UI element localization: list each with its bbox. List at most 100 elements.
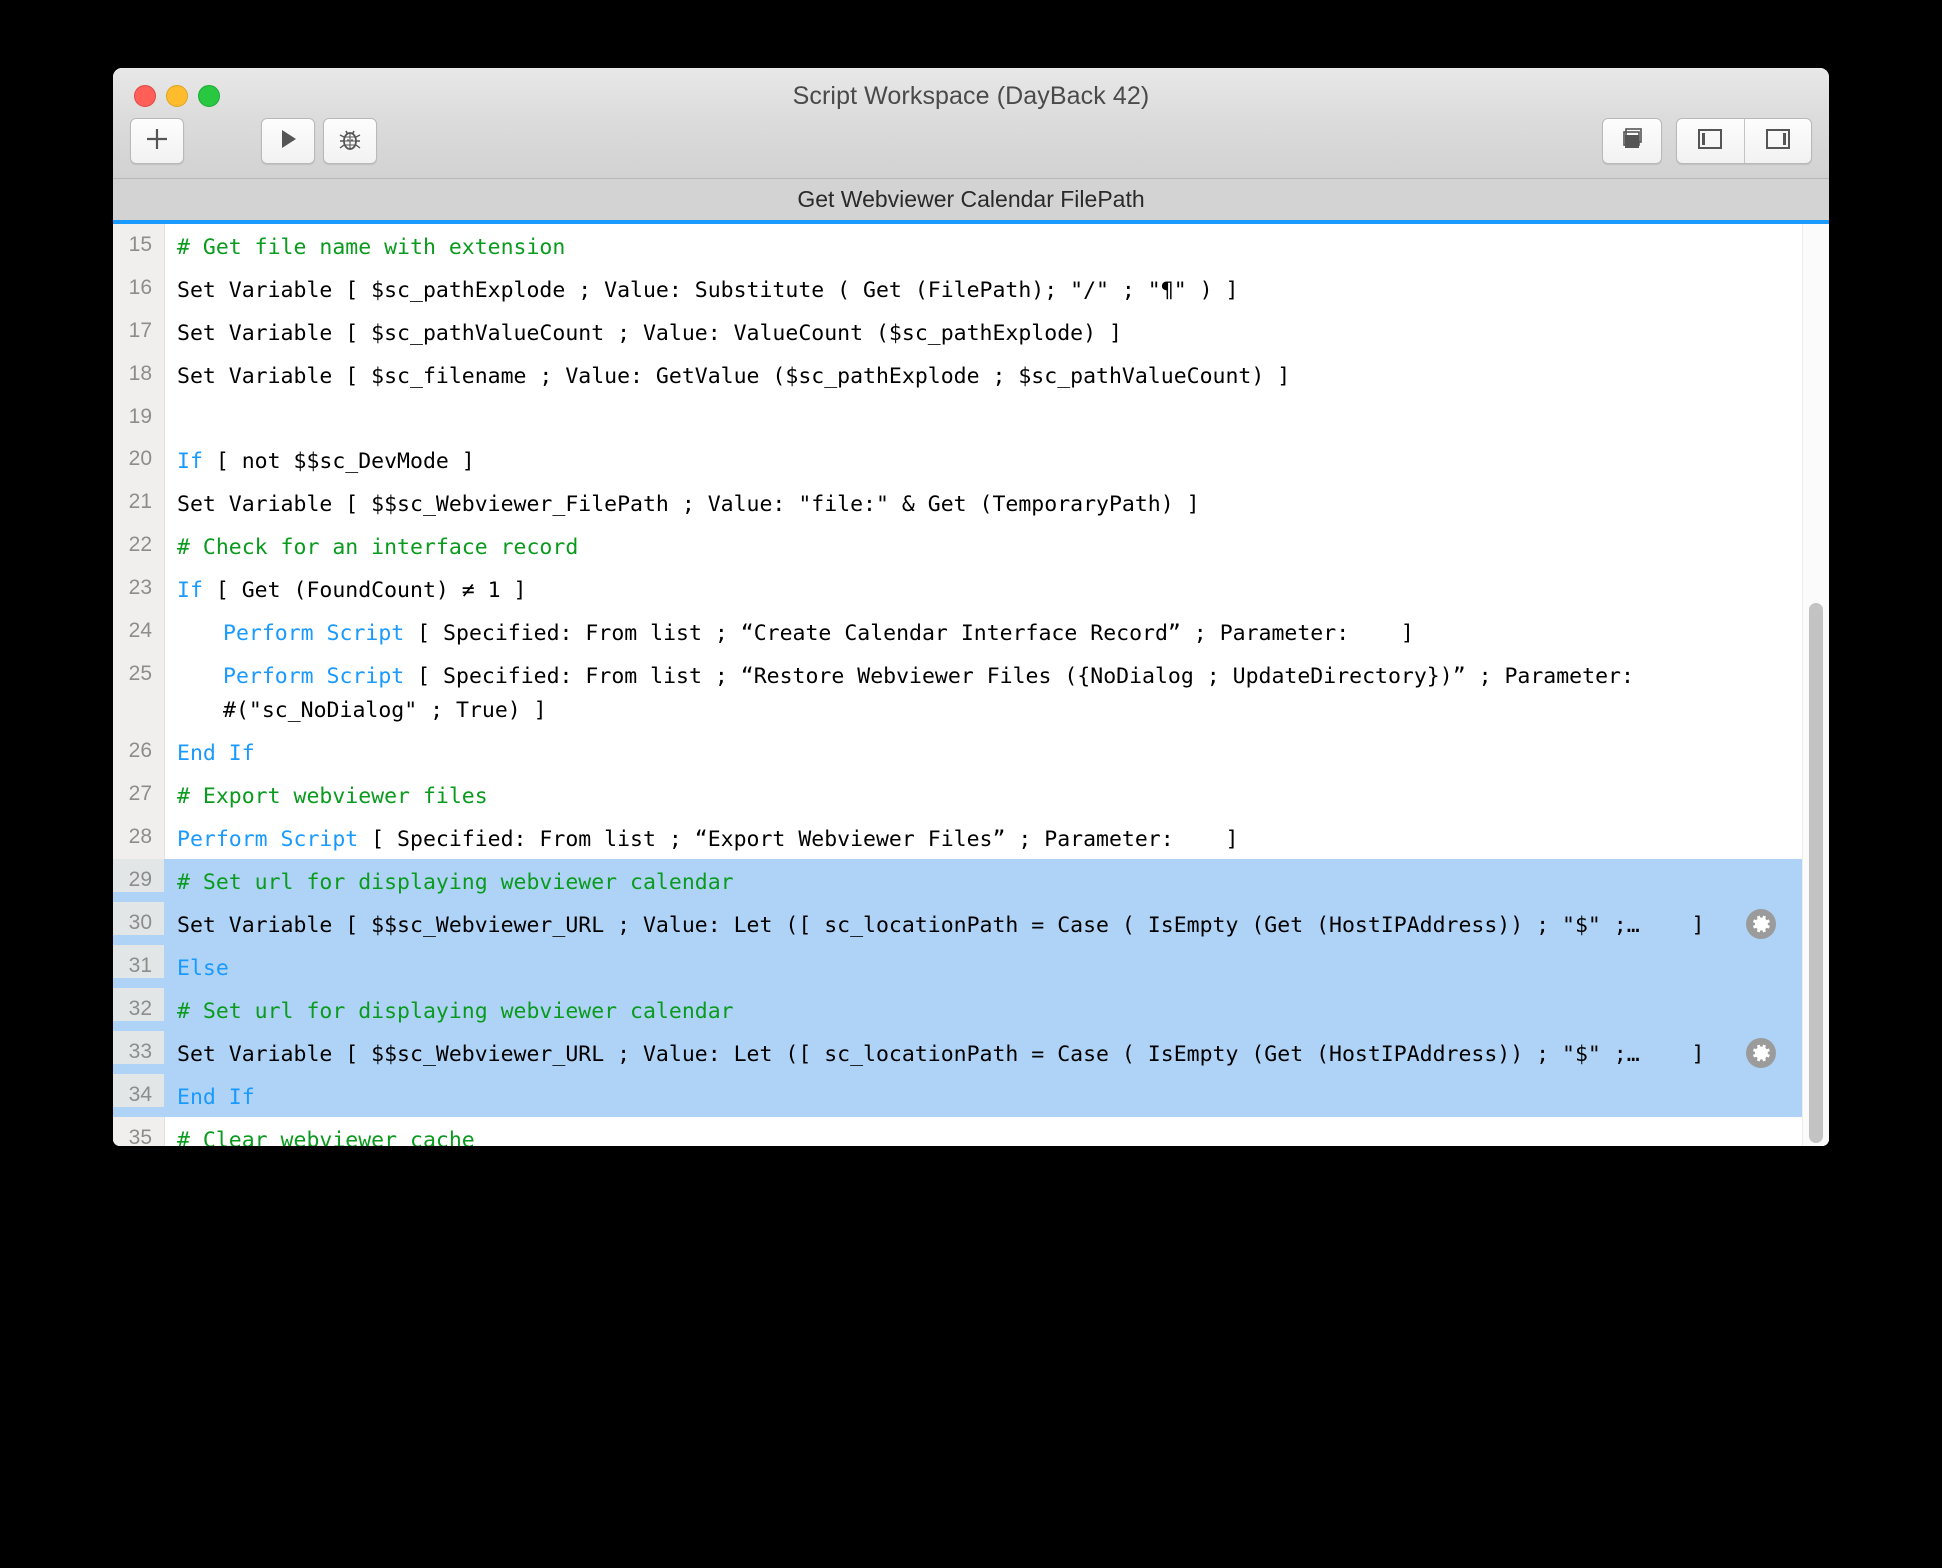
script-step-row[interactable]: 28 Perform Script [ Specified: From list … — [113, 816, 1829, 859]
comment-text: # Check for an interface record — [177, 535, 579, 560]
step-keyword: If — [177, 449, 203, 474]
window-titlebar: Script Workspace (DayBack 42) — [113, 68, 1829, 179]
script-step-text: # Set url for displaying webviewer calen… — [164, 859, 1829, 902]
line-number: 24 — [128, 619, 152, 642]
step-keyword: Perform Script — [177, 827, 359, 852]
pane-toggle-segmented-control — [1676, 118, 1812, 164]
script-step-text: If [ not $$sc_DevMode ] — [164, 438, 1829, 481]
script-step-row[interactable]: 23 If [ Get (FoundCount) ≠ 1 ] — [113, 567, 1829, 610]
script-step-list[interactable]: 15 # Get file name with extension 16 Set Va… — [113, 224, 1829, 1146]
line-number: 26 — [128, 739, 152, 762]
step-options-gear-icon[interactable] — [1746, 1038, 1776, 1068]
script-step-row[interactable]: 17 Set Variable [ $sc_pathValueCount ; Va… — [113, 310, 1829, 353]
line-number: 19 — [128, 405, 152, 428]
step-keyword: End If — [177, 1085, 255, 1110]
line-number: 29 — [113, 859, 164, 892]
script-step-row[interactable]: 24 Perform Script [ Specified: From list … — [113, 610, 1829, 653]
debug-script-button[interactable] — [323, 118, 377, 164]
line-number: 31 — [113, 945, 164, 978]
script-step-row[interactable]: 29 # Set url for displaying webviewer cal… — [113, 859, 1829, 902]
script-step-text: If [ Get (FoundCount) ≠ 1 ] — [164, 567, 1829, 610]
new-script-button[interactable] — [130, 118, 184, 164]
line-number: 30 — [113, 902, 164, 935]
step-keyword: Perform Script — [223, 621, 405, 646]
script-step-row[interactable]: 21 Set Variable [ $$sc_Webviewer_FilePath… — [113, 481, 1829, 524]
script-step-row[interactable]: 30 Set Variable [ $$sc_Webviewer_URL ; Va… — [113, 902, 1829, 945]
step-arguments: Set Variable [ $sc_pathValueCount ; Valu… — [177, 321, 1122, 346]
step-arguments: [ Specified: From list ; “Restore Webvie… — [404, 664, 1634, 689]
step-arguments: Set Variable [ $$sc_Webviewer_URL ; Valu… — [177, 1042, 1705, 1067]
window-title: Script Workspace (DayBack 42) — [792, 82, 1150, 110]
line-number: 35 — [128, 1126, 152, 1146]
line-number: 23 — [128, 576, 152, 599]
line-number: 20 — [128, 447, 152, 470]
script-step-row[interactable]: 27 # Export webviewer files — [113, 773, 1829, 816]
script-step-text: Set Variable [ $$sc_Webviewer_FilePath ;… — [164, 481, 1829, 524]
step-keyword: End If — [177, 741, 255, 766]
script-copies-button[interactable] — [1602, 118, 1662, 164]
script-tab-bar[interactable]: Get Webviewer Calendar FilePath — [113, 179, 1829, 224]
step-arguments: Set Variable [ $sc_pathExplode ; Value: … — [177, 278, 1239, 303]
script-lines-container: 15 # Get file name with extension 16 Set Va… — [113, 224, 1829, 1146]
line-number: 16 — [128, 276, 152, 299]
step-arguments: [ Specified: From list ; “Export Webview… — [358, 827, 1239, 852]
script-step-row[interactable]: 20 If [ not $$sc_DevMode ] — [113, 438, 1829, 481]
script-step-row[interactable]: 32 # Set url for displaying webviewer cal… — [113, 988, 1829, 1031]
play-icon — [275, 126, 301, 157]
script-step-text: End If — [164, 730, 1829, 773]
step-arguments: [ not $$sc_DevMode ] — [202, 449, 475, 474]
toggle-left-pane-button[interactable] — [1677, 119, 1744, 163]
left-sidebar-icon — [1696, 126, 1724, 157]
comment-text: # Set url for displaying webviewer calen… — [177, 870, 734, 895]
script-workspace-window: Script Workspace (DayBack 42) Get Webvie… — [113, 68, 1829, 1146]
script-step-row[interactable]: 16 Set Variable [ $sc_pathExplode ; Value… — [113, 267, 1829, 310]
script-step-row[interactable]: 22 # Check for an interface record — [113, 524, 1829, 567]
step-arguments: Set Variable [ $$sc_Webviewer_URL ; Valu… — [177, 913, 1705, 938]
step-arguments: Set Variable [ $$sc_Webviewer_FilePath ;… — [177, 492, 1200, 517]
line-number: 18 — [128, 362, 152, 385]
step-arguments: [ Get (FoundCount) ≠ 1 ] — [202, 578, 527, 603]
line-number: 21 — [128, 490, 152, 513]
line-number: 33 — [113, 1031, 164, 1064]
script-tab-label: Get Webviewer Calendar FilePath — [797, 186, 1145, 212]
step-keyword: Else — [177, 956, 229, 981]
step-arguments: Set Variable [ $sc_filename ; Value: Get… — [177, 364, 1291, 389]
script-step-text: Perform Script [ Specified: From list ; … — [164, 610, 1829, 653]
right-sidebar-icon — [1764, 126, 1792, 157]
vertical-scrollbar[interactable] — [1802, 224, 1829, 1146]
script-step-text: Else — [164, 945, 1829, 988]
bug-icon — [337, 126, 363, 157]
step-options-gear-icon[interactable] — [1746, 909, 1776, 939]
script-step-row[interactable]: 35 # Clear webviewer cache — [113, 1117, 1829, 1146]
stacked-windows-icon — [1618, 125, 1646, 158]
step-text-continuation: #("sc_NoDialog" ; True) ] — [223, 698, 547, 723]
script-step-row[interactable]: 33 Set Variable [ $$sc_Webviewer_URL ; Va… — [113, 1031, 1829, 1074]
step-keyword: Perform Script — [223, 664, 405, 689]
script-step-row[interactable]: 34 End If — [113, 1074, 1829, 1117]
run-script-button[interactable] — [261, 118, 315, 164]
step-keyword: If — [177, 578, 203, 603]
line-number: 22 — [128, 533, 152, 556]
script-step-text: End If — [164, 1074, 1829, 1117]
script-step-text: # Set url for displaying webviewer calen… — [164, 988, 1829, 1031]
script-step-text: # Export webviewer files — [164, 773, 1829, 816]
script-step-text: Set Variable [ $$sc_Webviewer_URL ; Valu… — [164, 1031, 1829, 1074]
script-step-row[interactable]: 26 End If — [113, 730, 1829, 773]
script-step-row[interactable]: 19 — [113, 396, 1829, 438]
line-number: 28 — [128, 825, 152, 848]
script-step-row[interactable]: 15 # Get file name with extension — [113, 224, 1829, 267]
script-step-row[interactable]: 25 Perform Script [ Specified: From list … — [113, 653, 1829, 730]
line-number: 34 — [113, 1074, 164, 1107]
comment-text: # Export webviewer files — [177, 784, 488, 809]
script-step-text: Perform Script [ Specified: From list ; … — [164, 653, 1829, 730]
line-number: 17 — [128, 319, 152, 342]
line-number: 25 — [128, 662, 152, 685]
vertical-scrollbar-thumb[interactable] — [1809, 603, 1823, 1143]
toggle-right-pane-button[interactable] — [1743, 119, 1812, 163]
script-step-text — [164, 396, 1829, 405]
script-step-text: Set Variable [ $sc_pathValueCount ; Valu… — [164, 310, 1829, 353]
step-arguments: [ Specified: From list ; “Create Calenda… — [404, 621, 1414, 646]
script-step-row[interactable]: 31 Else — [113, 945, 1829, 988]
line-number: 15 — [128, 233, 152, 256]
script-step-row[interactable]: 18 Set Variable [ $sc_filename ; Value: G… — [113, 353, 1829, 396]
